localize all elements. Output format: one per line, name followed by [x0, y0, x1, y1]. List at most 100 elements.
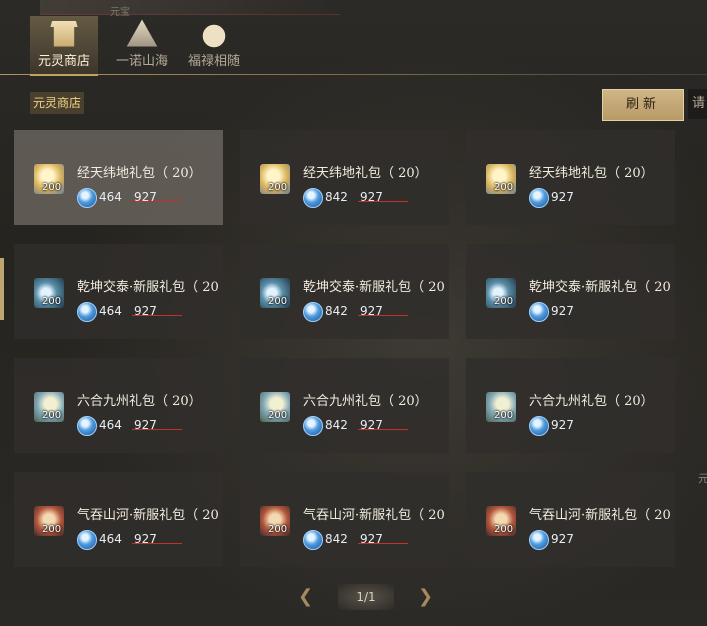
- mountain-icon: [126, 19, 158, 47]
- price-row: 464 927: [77, 188, 223, 208]
- item-name: 六合九州礼包（ 20）: [529, 394, 654, 409]
- item-name: 乾坤交泰·新服礼包（ 20: [303, 280, 445, 295]
- spirit-gem-icon: [529, 530, 549, 550]
- spirit-gem-icon: [529, 302, 549, 322]
- price-strikethrough: [358, 315, 408, 316]
- shop-item-card[interactable]: 200 经天纬地礼包（ 20） 927: [466, 130, 675, 225]
- price-current: 464: [99, 418, 122, 432]
- price-row: 842 927: [303, 416, 449, 436]
- price-current: 464: [99, 304, 122, 318]
- price-current: 464: [99, 190, 122, 204]
- item-count-badge: 200: [494, 296, 514, 307]
- price-current: 464: [99, 532, 122, 546]
- item-count-badge: 200: [268, 296, 288, 307]
- item-count-badge: 200: [268, 524, 288, 535]
- spirit-gem-icon: [77, 416, 97, 436]
- tab-label: 福禄相随: [187, 54, 240, 69]
- page-indicator: 1/1: [338, 584, 394, 610]
- shop-item-card[interactable]: 200 经天纬地礼包（ 20） 842 927: [240, 130, 449, 225]
- tab-label: 一诺山海: [115, 54, 168, 69]
- item-name: 气吞山河·新服礼包（ 20: [529, 508, 671, 523]
- item-count-badge: 200: [42, 182, 62, 193]
- top-header-strip: 元宝: [40, 0, 340, 18]
- price-current: 842: [325, 304, 348, 318]
- price-row: 842 927: [303, 530, 449, 550]
- refresh-button[interactable]: 刷新: [602, 89, 684, 121]
- price-row: 842 927: [303, 302, 449, 322]
- price-current: 927: [551, 532, 574, 546]
- spirit-gem-icon: [303, 188, 323, 208]
- item-count-badge: 200: [42, 296, 62, 307]
- pagination: ❮ 1/1 ❯: [296, 584, 436, 612]
- price-current: 927: [551, 418, 574, 432]
- price-row: 927: [529, 530, 675, 550]
- header-divider: [0, 74, 707, 75]
- spirit-gem-icon: [303, 302, 323, 322]
- item-name: 气吞山河·新服礼包（ 20: [303, 508, 445, 523]
- spirit-gem-icon: [77, 530, 97, 550]
- item-name: 气吞山河·新服礼包（ 20: [77, 508, 219, 523]
- shop-item-card[interactable]: 200 经天纬地礼包（ 20） 464 927: [14, 130, 223, 225]
- price-strikethrough: [358, 543, 408, 544]
- price-row: 927: [529, 302, 675, 322]
- tab-yinuo-shanhai[interactable]: 一诺山海: [108, 16, 176, 74]
- shop-item-card[interactable]: 200 气吞山河·新服礼包（ 20 464 927: [14, 472, 223, 567]
- item-name: 乾坤交泰·新服礼包（ 20: [77, 280, 219, 295]
- item-count-badge: 200: [268, 182, 288, 193]
- shop-item-card[interactable]: 200 六合九州礼包（ 20） 842 927: [240, 358, 449, 453]
- price-strikethrough: [132, 201, 182, 202]
- tab-yuanling-shop[interactable]: 元灵商店: [30, 16, 98, 76]
- shop-icon: [50, 21, 78, 47]
- item-count-badge: 200: [494, 410, 514, 421]
- price-strikethrough: [132, 543, 182, 544]
- price-strikethrough: [132, 315, 182, 316]
- shop-item-card[interactable]: 200 乾坤交泰·新服礼包（ 20 842 927: [240, 244, 449, 339]
- shop-item-card[interactable]: 200 气吞山河·新服礼包（ 20 842 927: [240, 472, 449, 567]
- item-count-badge: 200: [494, 524, 514, 535]
- price-current: 842: [325, 418, 348, 432]
- spirit-gem-icon: [303, 530, 323, 550]
- spirit-gem-icon: [529, 188, 549, 208]
- shop-item-card[interactable]: 200 六合九州礼包（ 20） 927: [466, 358, 675, 453]
- item-count-badge: 200: [268, 410, 288, 421]
- tab-fulu-xiangsui[interactable]: 福禄相随: [180, 16, 248, 74]
- item-count-badge: 200: [42, 524, 62, 535]
- price-row: 842 927: [303, 188, 449, 208]
- price-strikethrough: [358, 429, 408, 430]
- item-name: 经天纬地礼包（ 20）: [529, 166, 654, 181]
- item-name: 六合九州礼包（ 20）: [303, 394, 428, 409]
- left-scroll-indicator: [0, 258, 4, 320]
- price-current: 842: [325, 190, 348, 204]
- item-name: 经天纬地礼包（ 20）: [77, 166, 202, 181]
- section-title: 元灵商店: [30, 92, 85, 114]
- item-name: 经天纬地礼包（ 20）: [303, 166, 428, 181]
- price-current: 927: [551, 304, 574, 318]
- side-tab-cut[interactable]: 请: [688, 89, 707, 119]
- spirit-gem-icon: [77, 302, 97, 322]
- chevron-left-icon[interactable]: ❮: [298, 586, 313, 607]
- shop-item-card[interactable]: 200 乾坤交泰·新服礼包（ 20 927: [466, 244, 675, 339]
- spirit-gem-icon: [77, 188, 97, 208]
- item-name: 六合九州礼包（ 20）: [77, 394, 202, 409]
- price-row: 927: [529, 416, 675, 436]
- price-current: 927: [551, 190, 574, 204]
- fortune-icon: [197, 18, 231, 48]
- shop-item-card[interactable]: 200 气吞山河·新服礼包（ 20 927: [466, 472, 675, 567]
- price-strikethrough: [358, 201, 408, 202]
- shop-item-card[interactable]: 200 乾坤交泰·新服礼包（ 20 464 927: [14, 244, 223, 339]
- price-current: 842: [325, 532, 348, 546]
- price-row: 464 927: [77, 530, 223, 550]
- item-count-badge: 200: [494, 182, 514, 193]
- spirit-gem-icon: [303, 416, 323, 436]
- tab-bar: 元灵商店 一诺山海 福禄相随: [30, 16, 260, 76]
- price-row: 464 927: [77, 302, 223, 322]
- shop-item-card[interactable]: 200 六合九州礼包（ 20） 464 927: [14, 358, 223, 453]
- spirit-gem-icon: [529, 416, 549, 436]
- item-count-badge: 200: [42, 410, 62, 421]
- price-row: 464 927: [77, 416, 223, 436]
- side-hint-text: 元: [698, 472, 707, 485]
- chevron-right-icon[interactable]: ❯: [418, 586, 433, 607]
- price-row: 927: [529, 188, 675, 208]
- shop-grid: 200 经天纬地礼包（ 20） 464 927 200 经天纬地礼包（ 20） …: [14, 130, 684, 570]
- tab-label: 元灵商店: [37, 54, 90, 69]
